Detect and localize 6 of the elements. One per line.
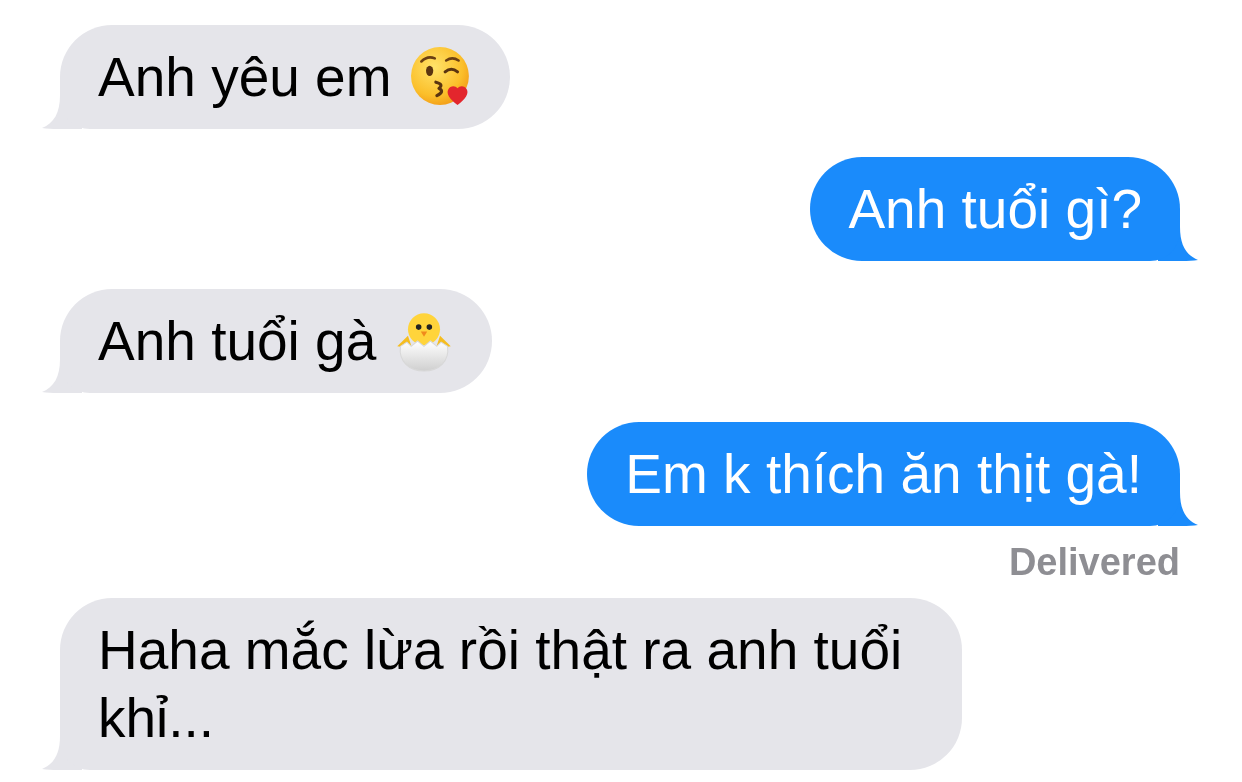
message-text: Haha mắc lừa rồi thật ra anh tuổi khỉ... xyxy=(98,618,904,751)
delivery-status-text: Delivered xyxy=(1008,540,1180,584)
message-text: Anh yêu em xyxy=(98,45,392,110)
message-text: Anh tuổi gì? xyxy=(848,177,1142,242)
message-text: Em k thích ăn thịt gà! xyxy=(625,442,1142,507)
message-text: Anh tuổi gà xyxy=(98,309,377,374)
